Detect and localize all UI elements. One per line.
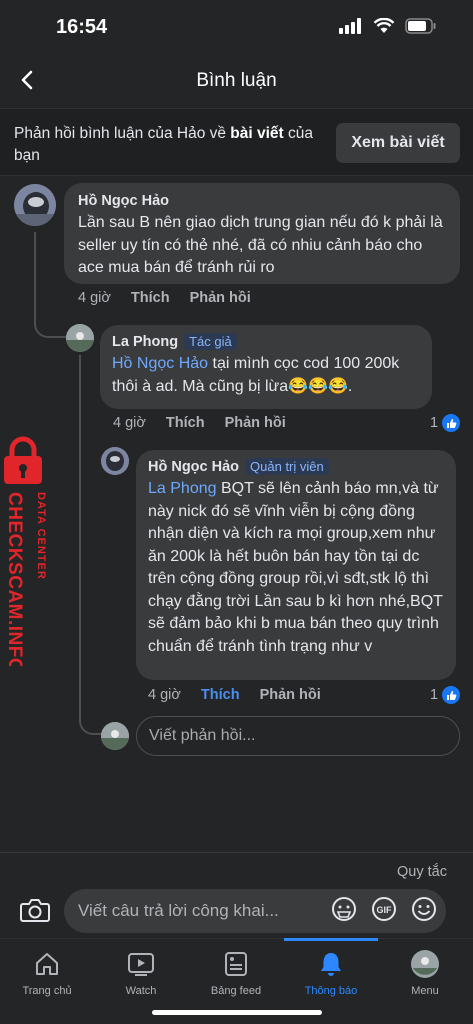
reply-button[interactable]: Phản hồi <box>225 415 286 431</box>
nav-bar: Bình luận <box>0 56 473 106</box>
avatar-photo-icon <box>14 184 56 226</box>
avatar-photo-icon <box>101 722 129 750</box>
reaction-count[interactable]: 1 <box>430 686 461 704</box>
avatar-icon <box>410 949 440 979</box>
reaction-number: 1 <box>430 687 439 703</box>
camera-icon[interactable] <box>20 897 50 923</box>
watermark-line1: DATA CENTER <box>35 492 47 580</box>
input-tools: GIF <box>330 895 438 923</box>
avatar-photo-icon <box>66 324 94 352</box>
comment-time: 4 giờ <box>148 687 181 703</box>
comment-bubble[interactable]: Hồ Ngọc Hảo Quản trị viên La Phong BQT s… <box>136 450 456 680</box>
feed-icon <box>221 949 251 979</box>
context-post-link[interactable]: bài viết <box>230 125 283 142</box>
tab-feed[interactable]: Bảng feed <box>189 939 283 1009</box>
context-text-start: Phản hồi bình luận của Hảo về <box>14 125 231 142</box>
comment-actions: 4 giờ Thích Phản hồi <box>148 687 321 703</box>
page-title: Bình luận <box>196 70 277 91</box>
comment-text: Lần sau B nên giao dịch trung gian nếu đ… <box>78 214 443 276</box>
thread-line <box>79 460 101 735</box>
like-button[interactable]: Thích <box>131 290 170 306</box>
thread-line <box>79 355 81 463</box>
tab-label: Trang chủ <box>22 985 72 997</box>
context-banner: Phản hồi bình luận của Hảo về bài viết c… <box>0 108 473 176</box>
like-reaction-icon <box>442 686 461 704</box>
battery-icon <box>405 18 436 34</box>
comment-input[interactable]: Viết câu trả lời công khai... GIF <box>64 889 446 933</box>
comment-author[interactable]: Hồ Ngọc Hảo Quản trị viên <box>148 458 444 475</box>
mention-link[interactable]: La Phong <box>148 480 217 497</box>
gif-label: GIF <box>377 905 393 915</box>
comment-actions: 4 giờ Thích Phản hồi <box>113 415 286 431</box>
like-reaction-icon <box>442 414 461 432</box>
comment-time: 4 giờ <box>113 415 146 431</box>
comment-bubble[interactable]: Hồ Ngọc Hảo Lần sau B nên giao dịch trun… <box>64 183 460 284</box>
tab-menu[interactable]: Menu <box>378 939 472 1009</box>
comment-text: La Phong BQT sẽ lên cảnh báo mn,và từ nà… <box>148 480 443 655</box>
like-button[interactable]: Thích <box>201 687 240 703</box>
wifi-icon <box>373 18 395 33</box>
tab-bar: Trang chủ Watch Bảng feed Thông báo Menu <box>0 938 473 1024</box>
admin-badge: Quản trị viên <box>245 458 329 475</box>
tab-label: Menu <box>411 985 439 997</box>
rules-link[interactable]: Quy tắc <box>397 864 447 880</box>
gif-icon[interactable]: GIF <box>370 895 398 923</box>
reply-placeholder: Viết phản hồi... <box>149 727 256 744</box>
tab-home[interactable]: Trang chủ <box>0 939 94 1009</box>
avatar[interactable] <box>14 184 56 226</box>
thread-line <box>34 232 66 338</box>
comment-text: Hồ Ngọc Hảo tại mình cọc cod 100 200k th… <box>112 355 400 395</box>
comment-actions: 4 giờ Thích Phản hồi <box>78 290 251 306</box>
bell-icon <box>316 949 346 979</box>
reply-input[interactable]: Viết phản hồi... <box>136 716 460 756</box>
status-bar: 16:54 <box>0 0 473 56</box>
status-icons <box>339 18 437 34</box>
reply-button[interactable]: Phản hồi <box>190 290 251 306</box>
watermark-line2: CHECKSCAM.INFO <box>4 492 25 666</box>
reaction-count[interactable]: 1 <box>430 414 461 432</box>
comment-author[interactable]: Hồ Ngọc Hảo <box>78 193 446 209</box>
tab-label: Bảng feed <box>210 985 262 997</box>
checkscam-watermark: DATA CENTER CHECKSCAM.INFO <box>0 436 54 673</box>
tab-watch[interactable]: Watch <box>94 939 188 1009</box>
like-button[interactable]: Thích <box>166 415 205 431</box>
watermark-lock-icon: DATA CENTER CHECKSCAM.INFO <box>4 436 47 673</box>
avatar <box>101 722 129 750</box>
tab-notifications[interactable]: Thông báo <box>284 938 378 1009</box>
reply-button[interactable]: Phản hồi <box>260 687 321 703</box>
status-time: 16:54 <box>56 16 108 38</box>
home-indicator <box>152 1010 322 1015</box>
home-icon <box>32 949 62 979</box>
comment-author[interactable]: La Phong Tác giả <box>112 333 420 350</box>
author-badge: Tác giả <box>184 333 237 350</box>
comment-composer: Quy tắc Viết câu trả lời công khai... GI… <box>0 852 473 938</box>
mention-link[interactable]: Hồ Ngọc Hảo <box>112 355 208 372</box>
tab-label: Watch <box>125 985 157 997</box>
avatar[interactable] <box>101 447 129 475</box>
reaction-number: 1 <box>430 415 439 431</box>
comment-bubble[interactable]: La Phong Tác giả Hồ Ngọc Hảo tại mình cọ… <box>100 325 432 409</box>
view-post-button[interactable]: Xem bài viết <box>336 123 460 163</box>
comment-time: 4 giờ <box>78 290 111 306</box>
watch-icon <box>126 949 156 979</box>
signal-icon <box>339 18 361 34</box>
emoji-icon[interactable] <box>410 895 438 923</box>
avatar[interactable] <box>66 324 94 352</box>
tab-label: Thông báo <box>304 985 358 997</box>
context-text: Phản hồi bình luận của Hảo về bài viết c… <box>14 123 324 167</box>
avatar-photo-icon <box>101 447 129 475</box>
comment-placeholder: Viết câu trả lời công khai... <box>78 901 279 920</box>
sticker-icon[interactable] <box>330 895 358 923</box>
